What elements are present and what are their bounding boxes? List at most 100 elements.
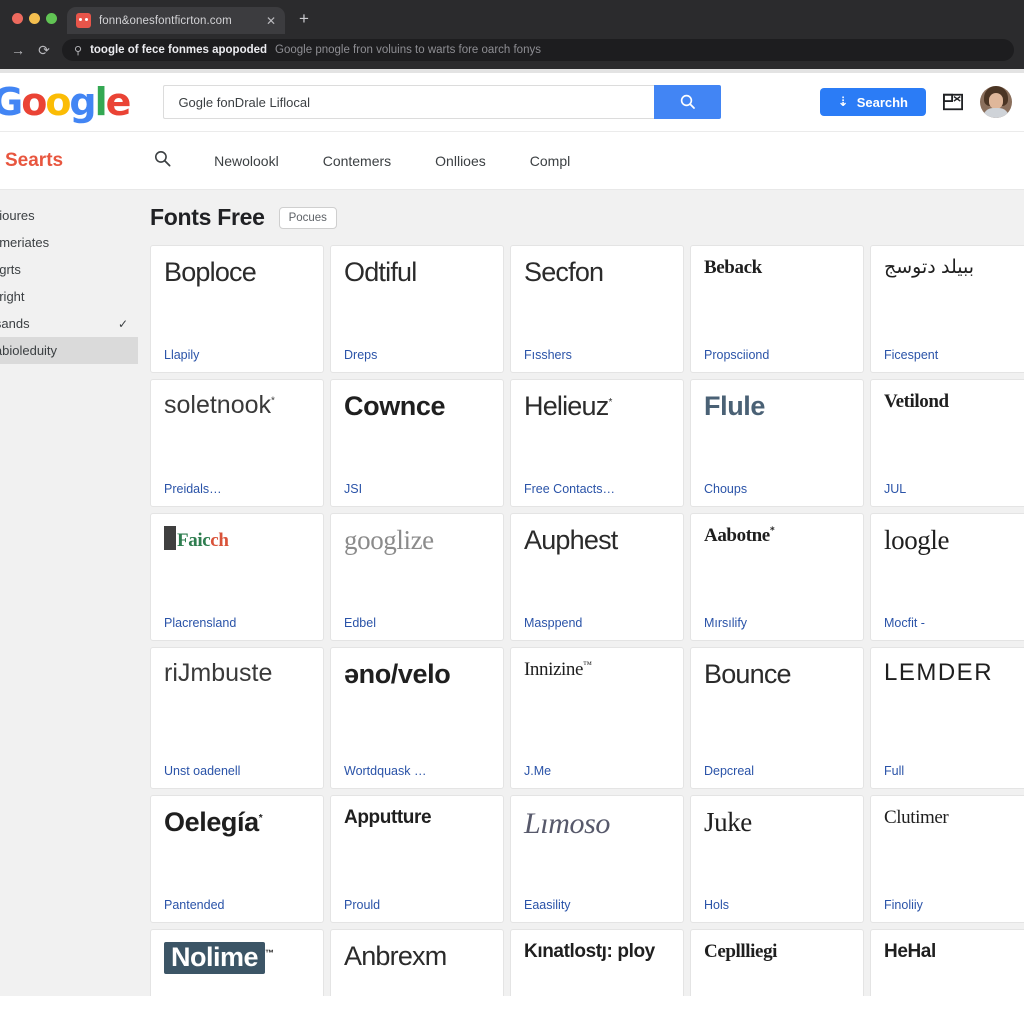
font-sample: Flule (704, 391, 766, 421)
font-caption[interactable]: Fısshers (524, 348, 670, 362)
font-caption[interactable]: Placrensland (164, 616, 310, 630)
search-input[interactable]: Gogle fonDrale Liflocal (163, 85, 655, 119)
font-card[interactable]: Nolime™Mesiney (150, 929, 324, 996)
font-card[interactable]: Innizine™ J.Me (510, 647, 684, 789)
font-caption[interactable]: Finoliiy (884, 898, 1024, 912)
browser-tab[interactable]: fonn&onesfontficrton.com ✕ (67, 7, 285, 34)
font-card[interactable]: Vetilond JUL (870, 379, 1024, 507)
font-card[interactable]: Beback Propsciiond (690, 245, 864, 373)
site-favicon-icon (76, 13, 91, 28)
address-bar[interactable]: ⚲ toogle of fece fonmes apopoded Google … (62, 39, 1014, 61)
download-button[interactable]: ⇣ Searchh (819, 88, 926, 116)
font-card[interactable]: CepllliegiPhererap (690, 929, 864, 996)
font-sample: loogle (884, 525, 950, 555)
nav-link-2[interactable]: Onllioes (435, 153, 486, 169)
sidebar-item-2[interactable]: agrts (0, 256, 138, 283)
font-card[interactable]: Odtiful Dreps (330, 245, 504, 373)
font-caption[interactable]: Free Contacts… (524, 482, 670, 496)
font-card[interactable]: Faicch Placrensland (150, 513, 324, 641)
font-caption[interactable]: Depcreal (704, 764, 850, 778)
font-card[interactable]: HeHalHandicclance (870, 929, 1024, 996)
font-card[interactable]: Auphest Masppend (510, 513, 684, 641)
avatar[interactable] (980, 86, 1012, 118)
site-brand[interactable]: Searts (0, 150, 63, 172)
font-card[interactable]: Secfon Fısshers (510, 245, 684, 373)
font-caption[interactable]: Wortdquask … (344, 764, 490, 778)
font-caption[interactable]: Eaasility (524, 898, 670, 912)
font-sample: Cepllliegi (704, 941, 778, 962)
google-search-form[interactable]: Gogle fonDrale Liflocal (163, 85, 722, 119)
close-window-button[interactable] (12, 13, 23, 24)
forward-arrow-icon[interactable]: → (10, 43, 26, 57)
sidebar-item-label: labioleduity (0, 343, 58, 358)
font-caption[interactable]: Choups (704, 482, 850, 496)
font-card[interactable]: Bounce Depcreal (690, 647, 864, 789)
font-sample: Secfon (524, 257, 604, 287)
font-sample: Aabotne* (704, 525, 775, 546)
google-logo[interactable]: Google (0, 80, 131, 124)
font-caption[interactable]: Preidals… (164, 482, 310, 496)
font-caption[interactable]: Llapily (164, 348, 310, 362)
font-caption[interactable]: JUL (884, 482, 1024, 496)
search-submit-button[interactable] (654, 85, 722, 119)
registered-mark-icon: * (258, 813, 263, 824)
font-caption[interactable]: Unst oadenell (164, 764, 310, 778)
font-card[interactable]: Oelegía* Pantended (150, 795, 324, 923)
font-card[interactable]: Clutimer Finoliiy (870, 795, 1024, 923)
font-card[interactable]: loogle Mocfit - (870, 513, 1024, 641)
nav-link-3[interactable]: Compl (530, 153, 570, 169)
font-card[interactable]: LEMDER Full (870, 647, 1024, 789)
font-card[interactable]: Flule Choups (690, 379, 864, 507)
font-card[interactable]: Juke Hols (690, 795, 864, 923)
font-caption[interactable]: Mırsılify (704, 616, 850, 630)
font-caption[interactable]: Masppend (524, 616, 670, 630)
font-caption[interactable]: Prould (344, 898, 490, 912)
nav-link-1[interactable]: Contemers (323, 153, 391, 169)
registered-mark-icon: * (608, 397, 612, 408)
font-card[interactable]: Boploce Llapily (150, 245, 324, 373)
font-sample: Beback (704, 257, 762, 278)
font-caption[interactable]: Pantended (164, 898, 310, 912)
sidebar-item-5[interactable]: labioleduity (0, 337, 138, 364)
new-tab-button[interactable]: + (299, 10, 309, 33)
font-card[interactable]: AnbrexmHandsam (330, 929, 504, 996)
font-card[interactable]: riJmbuste Unst oadenell (150, 647, 324, 789)
minimize-window-button[interactable] (29, 13, 40, 24)
font-card[interactable]: Lımoso Eaasility (510, 795, 684, 923)
reload-icon[interactable]: ⟳ (36, 43, 52, 57)
font-card[interactable]: Aabotne* Mırsılify (690, 513, 864, 641)
font-caption[interactable]: Mocfit - (884, 616, 1024, 630)
font-caption[interactable]: Full (884, 764, 1024, 778)
font-caption[interactable]: J.Me (524, 764, 670, 778)
maximize-window-button[interactable] (46, 13, 57, 24)
google-header: Google Gogle fonDrale Liflocal ⇣ Searchh (0, 73, 1024, 132)
font-card[interactable]: ǝno/velo Wortdquask … (330, 647, 504, 789)
sidebar-item-3[interactable]: nright (0, 283, 138, 310)
font-card[interactable]: Kınatlostȷ: ployProppents (510, 929, 684, 996)
font-card[interactable]: Cownce JSI (330, 379, 504, 507)
window-controls[interactable] (8, 13, 67, 33)
font-card[interactable]: Apputture Prould (330, 795, 504, 923)
nav-link-0[interactable]: Newolookl (214, 153, 279, 169)
font-card[interactable]: googlize Edbel (330, 513, 504, 641)
sidebar-item-4[interactable]: isands ✓ (0, 310, 138, 337)
sidebar-item-label: agrts (0, 262, 21, 277)
font-sample: Odtiful (344, 257, 417, 287)
apps-grid-icon[interactable] (942, 92, 964, 112)
font-sample: Anbrexm (344, 941, 447, 971)
sidebar-item-label: emeriates (0, 235, 50, 250)
close-tab-icon[interactable]: ✕ (266, 15, 276, 27)
sidebar-item-1[interactable]: emeriates (0, 229, 138, 256)
font-caption[interactable]: Edbel (344, 616, 490, 630)
font-caption[interactable]: Dreps (344, 348, 490, 362)
font-caption[interactable]: Hols (704, 898, 850, 912)
font-card[interactable]: ببيلد دتوسج Ficespent (870, 245, 1024, 373)
sidebar-item-0[interactable]: hioures (0, 202, 138, 229)
font-caption[interactable]: Propsciiond (704, 348, 850, 362)
focus-chip[interactable]: Pocues (278, 206, 337, 229)
font-card[interactable]: soletnook* Preidals… (150, 379, 324, 507)
nav-search-icon[interactable] (153, 149, 172, 173)
font-card[interactable]: Helieuz* Free Contacts… (510, 379, 684, 507)
font-caption[interactable]: Ficespent (884, 348, 1024, 362)
font-caption[interactable]: JSI (344, 482, 490, 496)
